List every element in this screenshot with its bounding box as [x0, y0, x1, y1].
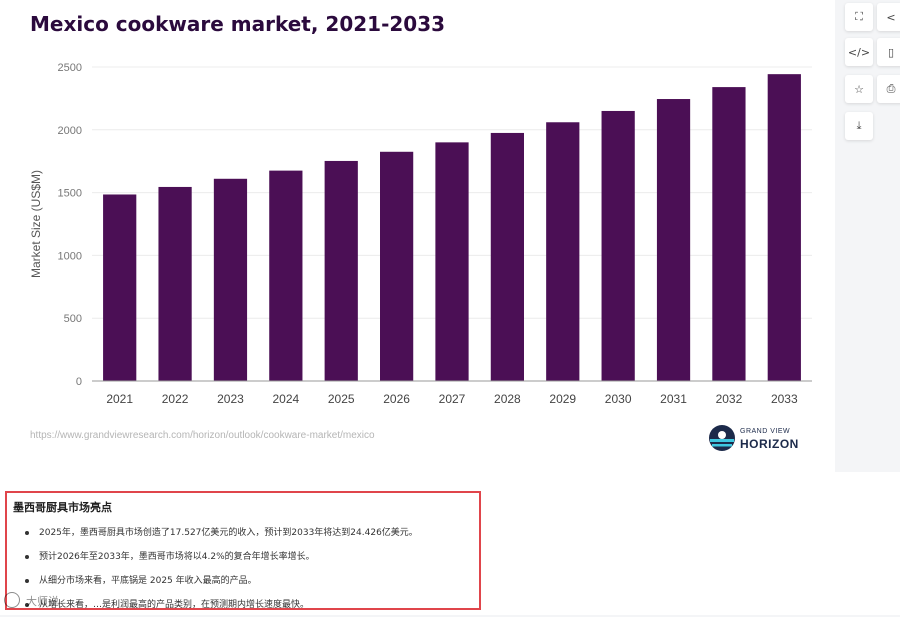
- watermark-text: 大师说: [26, 595, 59, 608]
- logo-text-line2: HORIZON: [740, 437, 799, 451]
- bar: [656, 99, 691, 381]
- share-button[interactable]: <: [877, 3, 900, 31]
- chart-toolbar: ⛶ < </> ▯ ☆ ⎙ ⤓: [843, 0, 900, 150]
- share-icon: <: [886, 10, 896, 24]
- x-tick-label: 2033: [771, 392, 798, 406]
- highlight-item: 2025年，墨西哥厨具市场创造了17.527亿美元的收入，预计到2033年将达到…: [25, 521, 418, 545]
- y-tick-label: 1500: [58, 188, 82, 200]
- y-tick-label: 2500: [58, 62, 82, 74]
- x-tick-label: 2026: [383, 392, 410, 406]
- logo-text-line1: GRAND VIEW: [740, 428, 791, 435]
- watermark-logo-icon: [4, 592, 20, 608]
- x-tick-label: 2021: [106, 392, 133, 406]
- x-tick-label: 2025: [328, 392, 355, 406]
- x-tick-label: 2023: [217, 392, 244, 406]
- star-icon: ☆: [854, 82, 864, 96]
- download-button[interactable]: ⤓: [845, 112, 873, 140]
- bar: [435, 142, 469, 381]
- document-icon: ▯: [887, 45, 895, 59]
- y-tick-label: 2000: [58, 125, 82, 137]
- x-tick-label: 2031: [660, 392, 687, 406]
- x-tick-label: 2032: [716, 392, 743, 406]
- embed-code-icon: </>: [847, 45, 871, 59]
- print-icon: ⎙: [886, 82, 896, 95]
- watermark: 大师说: [4, 590, 114, 612]
- x-tick-label: 2028: [494, 392, 521, 406]
- x-tick-label: 2024: [272, 392, 299, 406]
- source-url[interactable]: https://www.grandviewresearch.com/horizo…: [30, 430, 375, 441]
- download-icon: ⤓: [856, 119, 862, 132]
- y-tick-label: 1000: [58, 250, 82, 262]
- fullscreen-icon: ⛶: [855, 10, 863, 23]
- bar: [490, 132, 524, 381]
- fullscreen-button[interactable]: ⛶: [845, 3, 873, 31]
- favorite-button[interactable]: ☆: [845, 75, 873, 103]
- grand-view-horizon-logo: GRAND VIEW HORIZON: [708, 424, 808, 454]
- bar: [213, 178, 248, 381]
- bar: [546, 122, 580, 381]
- x-tick-label: 2027: [439, 392, 466, 406]
- bar-chart: 0 500 1000 1500 2000 2500 2021 2022 2023 2024 2025…: [29, 62, 812, 406]
- x-tick-label: 2030: [605, 392, 632, 406]
- bar: [767, 74, 801, 381]
- print-button[interactable]: ⎙: [877, 75, 900, 103]
- embed-button[interactable]: </>: [845, 38, 873, 66]
- document-button[interactable]: ▯: [877, 38, 900, 66]
- bar: [601, 110, 635, 382]
- logo-mark-icon: [709, 425, 735, 451]
- y-tick-label: 500: [64, 313, 82, 325]
- y-axis-title: Market Size (US$M): [29, 170, 43, 278]
- bar: [158, 186, 192, 381]
- bar: [324, 160, 358, 381]
- bar: [103, 194, 137, 381]
- x-tick-label: 2022: [162, 392, 189, 406]
- chart-card: Mexico cookware market, 2021-2033 0 500 10…: [0, 0, 835, 472]
- y-tick-label: 0: [76, 376, 82, 388]
- highlight-item: 预计2026年至2033年，墨西哥市场将以4.2%的复合年增长率增长。: [25, 545, 418, 569]
- bar: [269, 170, 303, 381]
- highlights-title: 墨西哥厨具市场亮点: [13, 501, 112, 514]
- x-tick-label: 2029: [549, 392, 576, 406]
- bar: [712, 87, 746, 381]
- bar: [380, 151, 414, 381]
